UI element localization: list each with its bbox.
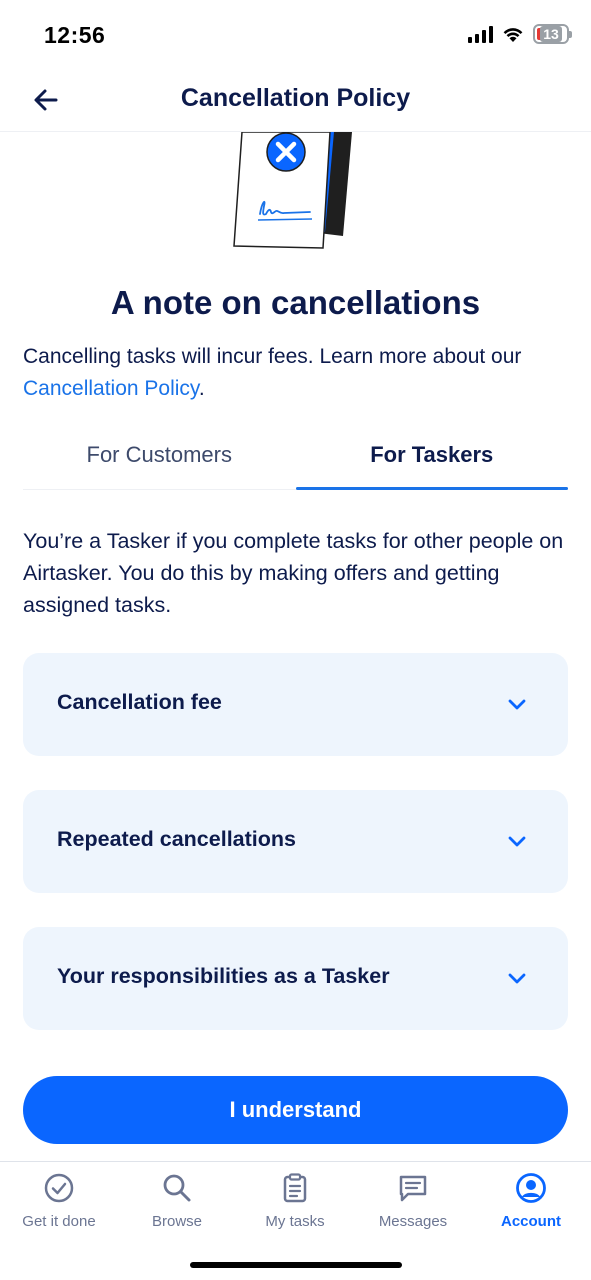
chevron-down-icon xyxy=(508,699,526,710)
cancelled-document-illustration xyxy=(233,132,352,249)
nav-my-tasks[interactable]: My tasks xyxy=(236,1162,354,1242)
signal-icon xyxy=(468,25,493,43)
i-understand-button[interactable]: I understand xyxy=(23,1076,568,1144)
wifi-icon xyxy=(503,28,523,42)
search-icon xyxy=(163,1174,191,1202)
status-time: 12:56 xyxy=(44,22,106,48)
tab-bar: For Customers For Taskers xyxy=(23,430,568,490)
status-bar: 12:56 13 xyxy=(0,0,591,70)
account-icon xyxy=(516,1173,546,1203)
page-title: Cancellation Policy xyxy=(180,84,411,112)
status-icons: 13 xyxy=(468,24,572,44)
chevron-down-icon xyxy=(508,973,526,984)
tab-for-customers[interactable]: For Customers xyxy=(23,430,296,489)
nav-account[interactable]: Account xyxy=(472,1162,590,1242)
chevron-down-icon xyxy=(508,836,526,847)
accordion-label: Repeated cancellations xyxy=(57,827,296,851)
nav-header: Cancellation Policy xyxy=(0,70,591,132)
home-indicator xyxy=(190,1262,402,1268)
hero-title: A note on cancellations xyxy=(110,284,481,321)
battery-icon: 13 xyxy=(533,24,572,44)
nav-label: Messages xyxy=(378,1213,448,1230)
tab-for-taskers[interactable]: For Taskers xyxy=(295,430,569,490)
accordion-label: Your responsibilities as a Tasker xyxy=(57,964,390,988)
cancellation-policy-link[interactable]: Cancellation Policy xyxy=(23,377,199,400)
message-icon xyxy=(399,1175,427,1202)
check-circle-icon xyxy=(44,1173,74,1203)
accordion-repeated-cancellations[interactable]: Repeated cancellations xyxy=(23,790,568,893)
nav-messages[interactable]: Messages xyxy=(354,1162,472,1242)
nav-browse[interactable]: Browse xyxy=(118,1162,236,1242)
nav-label: My tasks xyxy=(265,1213,325,1230)
nav-label: Get it done xyxy=(22,1213,96,1230)
battery-level: 13 xyxy=(540,26,562,42)
clipboard-icon xyxy=(283,1173,307,1203)
accordion-cancellation-fee[interactable]: Cancellation fee xyxy=(23,653,568,756)
accordion-label: Cancellation fee xyxy=(57,690,222,714)
tasker-description: You’re a Tasker if you complete tasks fo… xyxy=(23,529,564,617)
nav-get-it-done[interactable]: Get it done xyxy=(0,1162,118,1242)
accordion-tasker-responsibilities[interactable]: Your responsibilities as a Tasker xyxy=(23,927,568,1030)
intro-text: Cancelling tasks will incur fees. Learn … xyxy=(23,345,522,400)
nav-label: Browse xyxy=(151,1213,203,1230)
nav-label: Account xyxy=(501,1213,561,1230)
